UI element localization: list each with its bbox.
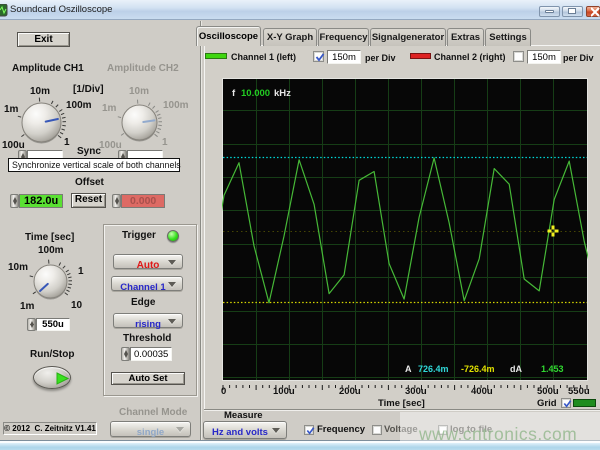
svg-text:-726.4m: -726.4m xyxy=(461,364,495,374)
svg-text:1.453: 1.453 xyxy=(541,364,564,374)
svg-text:dA: dA xyxy=(510,364,522,374)
svg-text:726.4m: 726.4m xyxy=(418,364,449,374)
svg-text:kHz: kHz xyxy=(274,88,291,99)
svg-text:A: A xyxy=(405,364,412,374)
svg-text:10.000: 10.000 xyxy=(241,88,270,99)
